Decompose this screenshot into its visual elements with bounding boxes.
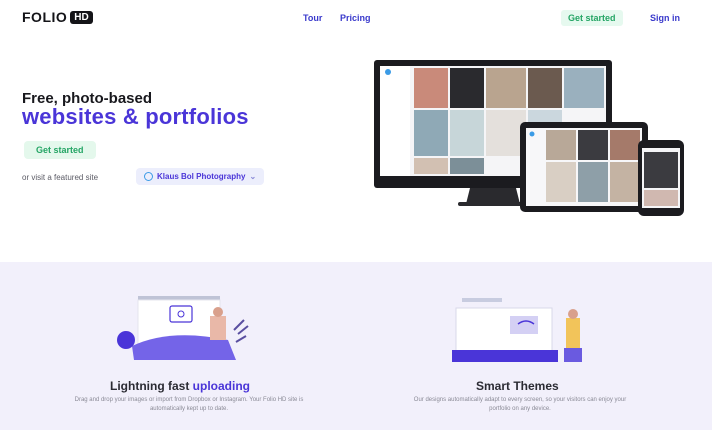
feature-smart-themes-desc: Our designs automatically adapt to every… [413,397,627,412]
feature-uploading-desc: Drag and drop your images or import from… [74,397,304,412]
logo-badge: HD [70,10,93,24]
logo[interactable]: FOLIO HD [22,9,93,25]
logo-text: FOLIO [22,9,68,25]
phone-mockup [638,140,684,216]
feature-uploading-title: Lightning fast uploading [110,379,250,393]
featured-site-label: Klaus Bol Photography [157,172,246,181]
chevron-down-icon: ⌄ [249,172,257,181]
hero-get-started-button[interactable]: Get started [24,141,96,159]
hero-title-line2: websites & portfolios [22,104,249,129]
visit-featured-text: or visit a featured site [22,173,99,182]
feature-smart-themes-title: Smart Themes [476,379,559,393]
smart-themes-illustration [452,298,582,362]
device-mockups-illustration [374,60,684,216]
nav-tour-link[interactable]: Tour [303,13,322,23]
nav-get-started-button[interactable]: Get started [561,10,623,26]
nav-sign-in-link[interactable]: Sign in [650,13,680,23]
nav-pricing-link[interactable]: Pricing [340,13,371,23]
featured-site-button[interactable]: Klaus Bol Photography ⌄ [136,168,265,185]
upload-illustration [117,296,249,360]
tablet-mockup [520,122,648,212]
featured-site-icon [144,172,153,181]
